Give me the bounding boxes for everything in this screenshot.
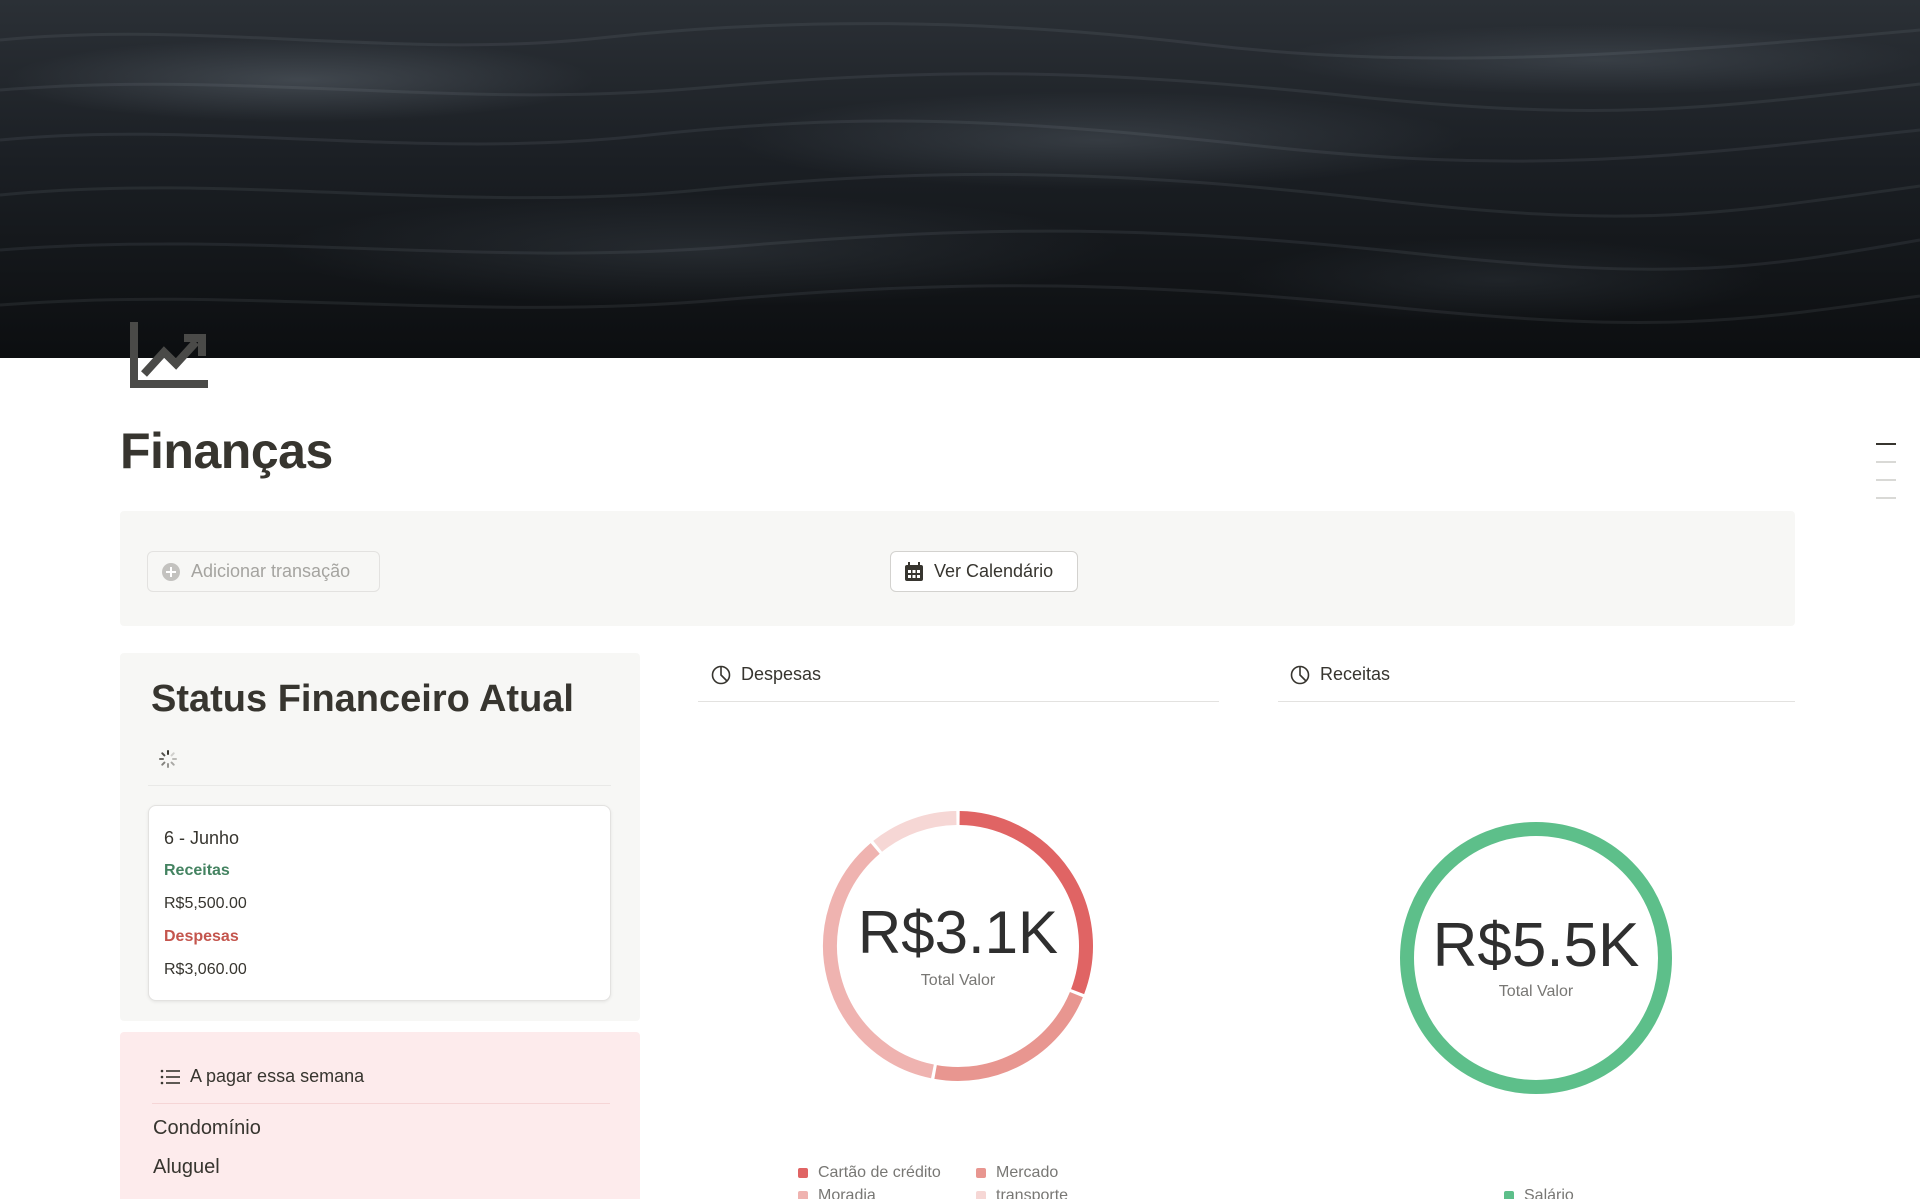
month-title: 6 - Junho	[164, 828, 240, 848]
income-label: Receitas	[164, 862, 230, 879]
list-item[interactable]: Condomínio	[153, 1117, 261, 1140]
trending-up-chart-icon[interactable]	[130, 318, 212, 390]
divider	[148, 785, 611, 786]
expenses-chart-title: Despesas	[741, 664, 822, 684]
expenses-total-label: Total Valor	[920, 972, 996, 989]
view-calendar-label: Ver Calendário	[934, 561, 1054, 581]
legend-swatch	[1504, 1191, 1514, 1199]
legend-swatch	[976, 1168, 986, 1178]
legend-label: Moradia	[818, 1187, 876, 1199]
plus-circle-icon	[162, 562, 180, 581]
legend-swatch	[798, 1168, 808, 1178]
pie-chart-icon	[1290, 665, 1310, 684]
list-icon	[160, 1069, 180, 1084]
cover-image	[0, 0, 1920, 358]
legend-label: Salário	[1524, 1187, 1574, 1199]
table-of-contents[interactable]	[1876, 443, 1896, 515]
financial-status-title: Status Financeiro Atual	[151, 678, 574, 720]
income-total-label: Total Valor	[1498, 983, 1574, 1000]
action-bar: Adicionar transação Ver Calendário	[120, 511, 1795, 626]
expenses-total-value: R$3.1K	[857, 899, 1059, 966]
legend-item[interactable]: transporte	[976, 1187, 1068, 1199]
legend-swatch	[976, 1191, 986, 1199]
legend-swatch	[798, 1191, 808, 1199]
month-summary-card[interactable]: 6 - Junho Receitas R$5,500.00 Despesas R…	[148, 805, 611, 1001]
view-calendar-button[interactable]: Ver Calendário	[890, 551, 1078, 592]
legend-item[interactable]: Cartão de crédito	[798, 1164, 941, 1182]
legend-label: Cartão de crédito	[818, 1164, 941, 1181]
expenses-chart-header[interactable]: Despesas	[711, 664, 821, 685]
divider	[698, 701, 1219, 702]
legend-item[interactable]: Moradia	[798, 1187, 876, 1199]
financial-status-panel: Status Financeiro Atual 6 - Junho Receit…	[120, 653, 640, 1021]
pay-this-week-panel: A pagar essa semana Condomínio Aluguel	[120, 1032, 640, 1199]
add-transaction-button[interactable]: Adicionar transação	[147, 551, 380, 592]
toc-line[interactable]	[1876, 443, 1896, 445]
expense-label: Despesas	[164, 928, 239, 945]
legend-label: Mercado	[996, 1164, 1059, 1181]
loading-spinner-icon	[159, 750, 177, 768]
pay-this-week-title: A pagar essa semana	[190, 1066, 365, 1086]
pay-this-week-header[interactable]: A pagar essa semana	[160, 1066, 364, 1087]
toc-line[interactable]	[1876, 461, 1896, 463]
water-texture	[0, 22, 1920, 325]
income-chart-title: Receitas	[1320, 664, 1391, 684]
calendar-icon	[905, 561, 923, 581]
expense-value: R$3,060.00	[164, 961, 247, 978]
divider	[152, 1103, 610, 1104]
divider	[1278, 701, 1795, 702]
pie-chart-icon	[711, 665, 731, 684]
income-total-value: R$5.5K	[1432, 911, 1640, 980]
donut-slice[interactable]	[934, 991, 1083, 1081]
add-transaction-label: Adicionar transação	[191, 561, 351, 581]
toc-line[interactable]	[1876, 479, 1896, 481]
toc-line[interactable]	[1876, 497, 1896, 499]
list-item[interactable]: Aluguel	[153, 1156, 220, 1179]
income-chart-header[interactable]: Receitas	[1290, 664, 1390, 685]
legend-item[interactable]: Mercado	[976, 1164, 1058, 1182]
donut-slice[interactable]	[873, 811, 957, 852]
legend-item[interactable]: Salário	[1504, 1187, 1574, 1199]
legend-label: transporte	[996, 1187, 1069, 1199]
page-title: Finanças	[120, 423, 333, 479]
income-value: R$5,500.00	[164, 895, 247, 912]
